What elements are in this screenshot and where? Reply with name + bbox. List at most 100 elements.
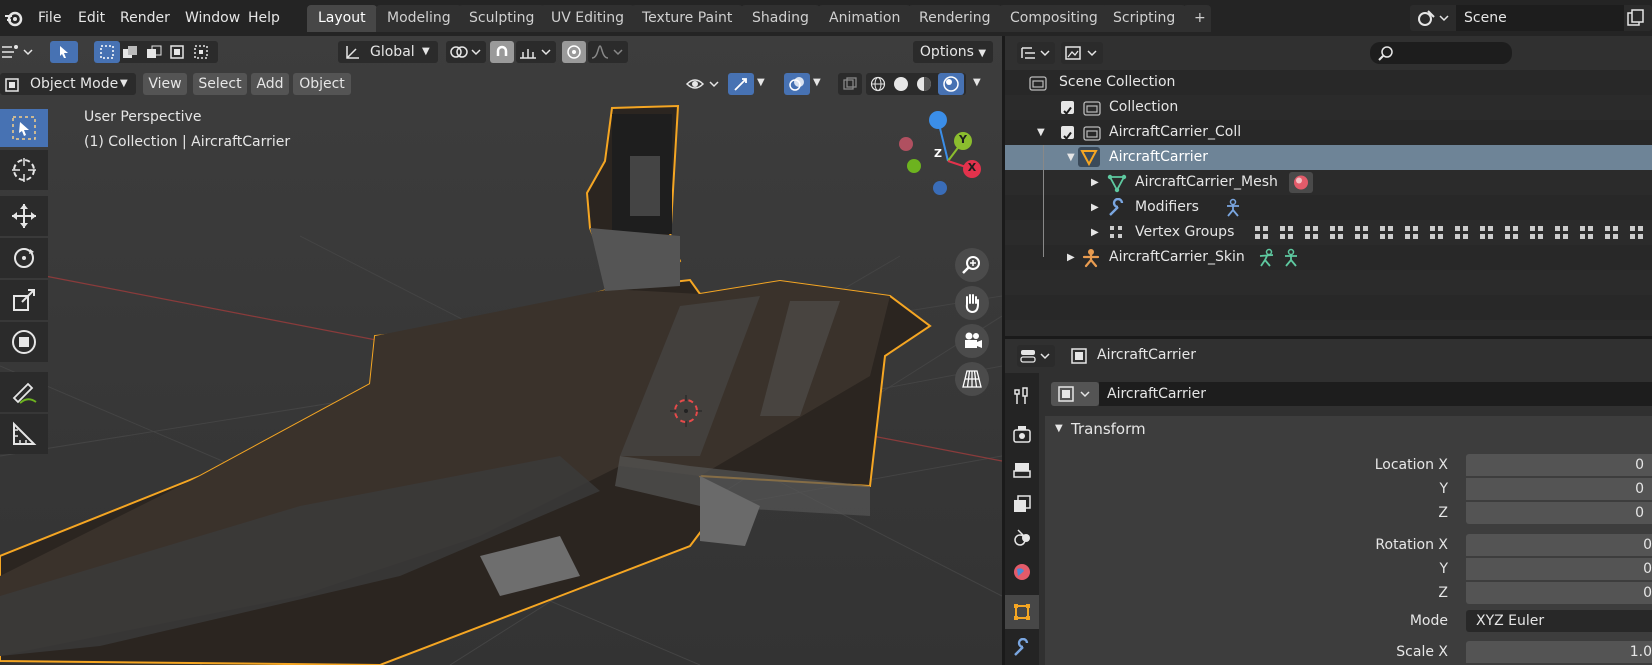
- select-intersect-icon[interactable]: [194, 45, 214, 59]
- annotate-tool[interactable]: [0, 372, 48, 412]
- measure-tool[interactable]: [0, 414, 48, 454]
- options-dropdown[interactable]: Options ▼: [913, 41, 993, 63]
- gizmo-x-label[interactable]: X: [965, 161, 979, 174]
- rotation-y-field[interactable]: 0: [1466, 558, 1652, 580]
- object-tab-icon[interactable]: [1005, 595, 1039, 629]
- pivot-point-dropdown[interactable]: [446, 41, 486, 63]
- gizmo-z-label[interactable]: Z: [931, 147, 945, 160]
- expand-arrow-icon[interactable]: ▶: [1067, 245, 1075, 270]
- rotation-z-field[interactable]: 0: [1466, 582, 1652, 604]
- tab-scripting[interactable]: Scripting: [1102, 5, 1187, 32]
- outliner-row-aircraftcarrier-coll[interactable]: ▼ AircraftCarrier_Coll: [1005, 120, 1652, 145]
- hand-pan-icon[interactable]: [955, 286, 989, 320]
- visibility-eye-icon[interactable]: [685, 73, 723, 95]
- scene-name-field[interactable]: Scene: [1456, 5, 1624, 31]
- tab-shading[interactable]: Shading: [741, 5, 820, 32]
- scene-tab-icon[interactable]: [1005, 521, 1039, 555]
- properties-editor-type-icon[interactable]: [1017, 345, 1055, 367]
- chevron-down-icon[interactable]: ▼: [757, 77, 771, 91]
- tab-modeling[interactable]: Modeling: [376, 5, 462, 32]
- tab-rendering[interactable]: Rendering: [908, 5, 1002, 32]
- menu-edit[interactable]: Edit: [70, 7, 113, 29]
- zoom-icon[interactable]: [955, 248, 989, 282]
- object-datablock-dropdown[interactable]: [1051, 382, 1099, 406]
- menu-object[interactable]: Object: [293, 73, 351, 95]
- location-y-field[interactable]: 0: [1466, 478, 1652, 500]
- chevron-down-icon[interactable]: ▼: [813, 77, 827, 91]
- rotation-mode-dropdown[interactable]: XYZ Euler: [1466, 610, 1652, 632]
- select-box-tool[interactable]: [0, 109, 48, 147]
- view-layer-tab-icon[interactable]: [1005, 487, 1039, 521]
- scale-x-field[interactable]: 1.0: [1466, 641, 1652, 663]
- object-name-field[interactable]: AircraftCarrier: [1099, 382, 1652, 406]
- select-box-new-icon[interactable]: [94, 41, 120, 63]
- snap-target-dropdown[interactable]: [516, 41, 556, 63]
- perspective-toggle-icon[interactable]: [955, 362, 989, 396]
- menu-view[interactable]: View: [143, 73, 187, 95]
- select-subtract-icon[interactable]: [146, 45, 166, 59]
- collapse-arrow-icon[interactable]: ▼: [1055, 423, 1063, 434]
- camera-view-icon[interactable]: [955, 324, 989, 358]
- transform-panel-title[interactable]: Transform: [1071, 420, 1146, 438]
- outliner-search-input[interactable]: [1370, 42, 1512, 64]
- scale-tool[interactable]: [0, 280, 48, 320]
- viewport-scene[interactable]: [0, 36, 1002, 665]
- menu-window[interactable]: Window: [177, 7, 248, 29]
- outliner-row-vertex-groups[interactable]: ▶ Vertex Groups: [1005, 220, 1652, 245]
- world-tab-icon[interactable]: [1005, 555, 1039, 589]
- scene-icon[interactable]: [1416, 9, 1452, 27]
- outliner-editor-type-icon[interactable]: [1017, 42, 1055, 64]
- tab-compositing[interactable]: Compositing: [999, 5, 1109, 32]
- snap-toggle-icon[interactable]: [490, 41, 514, 63]
- outliner-row-scene-collection[interactable]: Scene Collection: [1005, 70, 1652, 95]
- proportional-editing-icon[interactable]: [562, 41, 586, 63]
- overlay-toggle-icon[interactable]: [784, 73, 810, 95]
- menu-file[interactable]: File: [30, 7, 69, 29]
- outliner-row-aircraftcarrier-mesh[interactable]: ▶ AircraftCarrier_Mesh: [1005, 170, 1652, 195]
- tab-layout[interactable]: Layout: [307, 5, 377, 32]
- solid-shading-icon[interactable]: [893, 76, 909, 92]
- display-mode-dropdown[interactable]: [1061, 42, 1103, 64]
- menu-help[interactable]: Help: [240, 7, 288, 29]
- expand-arrow-icon[interactable]: ▶: [1091, 220, 1099, 245]
- select-tweak-icon[interactable]: [50, 41, 78, 63]
- select-extend-icon[interactable]: [122, 45, 142, 59]
- wireframe-shading-icon[interactable]: [870, 76, 886, 92]
- menu-select[interactable]: Select: [193, 73, 247, 95]
- location-z-field[interactable]: 0: [1466, 502, 1652, 524]
- rotation-x-field[interactable]: 0: [1466, 534, 1652, 556]
- transform-orientation-dropdown[interactable]: Global ▼: [338, 41, 438, 63]
- add-workspace-button[interactable]: +: [1183, 5, 1211, 32]
- menu-render[interactable]: Render: [112, 7, 178, 29]
- modifier-tab-icon[interactable]: [1005, 631, 1039, 665]
- expand-arrow-icon[interactable]: ▼: [1067, 145, 1075, 170]
- material-shading-icon[interactable]: [916, 76, 932, 92]
- outliner-row-modifiers[interactable]: ▶ Modifiers: [1005, 195, 1652, 220]
- expand-arrow-icon[interactable]: ▼: [1037, 120, 1045, 145]
- new-scene-icon[interactable]: [1626, 9, 1646, 27]
- expand-arrow-icon[interactable]: ▶: [1091, 195, 1099, 220]
- cursor-tool[interactable]: [0, 150, 48, 190]
- tab-texture-paint[interactable]: Texture Paint: [631, 5, 744, 32]
- outliner-row-aircraftcarrier-skin[interactable]: ▶ AircraftCarrier_Skin: [1005, 245, 1652, 270]
- mode-dropdown[interactable]: Object Mode ▼: [0, 73, 136, 95]
- tab-sculpting[interactable]: Sculpting: [458, 5, 546, 32]
- chevron-down-icon[interactable]: ▼: [973, 77, 987, 91]
- outliner-row-collection[interactable]: Collection: [1005, 95, 1652, 120]
- rendered-shading-icon[interactable]: [938, 73, 964, 95]
- gizmo-y-label[interactable]: Y: [956, 133, 970, 146]
- falloff-dropdown[interactable]: [588, 41, 628, 63]
- expand-arrow-icon[interactable]: ▶: [1091, 170, 1099, 195]
- outliner-row-aircraftcarrier[interactable]: ▼ AircraftCarrier: [1005, 145, 1652, 170]
- xray-toggle-icon[interactable]: [838, 73, 862, 95]
- menu-add[interactable]: Add: [251, 73, 289, 95]
- rotate-tool[interactable]: [0, 238, 48, 278]
- tab-uv-editing[interactable]: UV Editing: [540, 5, 636, 32]
- editor-type-icon[interactable]: [0, 41, 36, 63]
- render-tab-icon[interactable]: [1005, 417, 1039, 451]
- output-tab-icon[interactable]: [1005, 453, 1039, 487]
- select-invert-icon[interactable]: [170, 45, 190, 59]
- tool-tab-icon[interactable]: [1005, 379, 1039, 413]
- transform-tool[interactable]: [0, 322, 48, 362]
- move-tool[interactable]: [0, 196, 48, 236]
